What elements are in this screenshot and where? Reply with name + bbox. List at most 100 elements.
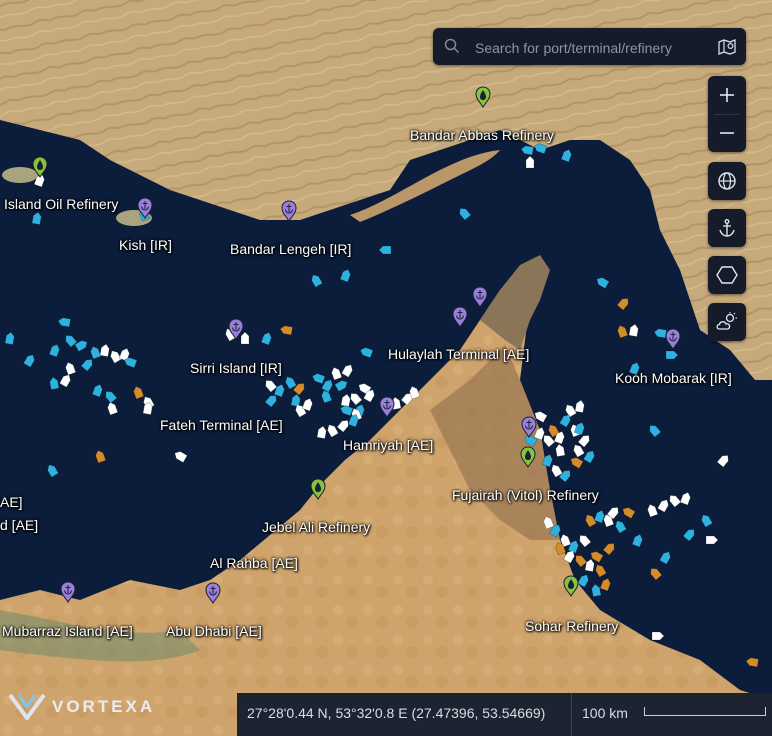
port-pin-icon[interactable] — [379, 396, 395, 418]
zoom-in-button[interactable] — [708, 76, 746, 114]
vessel-marker[interactable] — [577, 433, 592, 448]
vessel-marker[interactable] — [290, 393, 301, 407]
vessel-marker[interactable] — [284, 375, 297, 390]
vessel-marker[interactable] — [320, 389, 333, 404]
place-label-sohar-refinery[interactable]: Sohar Refinery — [525, 618, 618, 634]
search-input[interactable] — [473, 33, 702, 62]
vessel-marker[interactable] — [745, 657, 759, 668]
vessel-marker[interactable] — [653, 328, 667, 339]
vessel-marker[interactable] — [57, 317, 71, 328]
vessel-marker[interactable] — [260, 331, 273, 346]
vessel-marker[interactable] — [599, 577, 612, 592]
refinery-pin-icon[interactable] — [475, 86, 491, 108]
place-label-edge-ae-2[interactable]: d [AE] — [0, 517, 38, 533]
vessel-marker[interactable] — [339, 268, 352, 283]
vessel-marker[interactable] — [595, 276, 610, 289]
port-pin-icon[interactable] — [665, 328, 681, 350]
vessel-marker[interactable] — [584, 558, 595, 572]
vessel-marker[interactable] — [621, 506, 636, 519]
place-label-abu-dhabi[interactable]: Abu Dhabi [AE] — [166, 623, 262, 639]
vessel-marker[interactable] — [301, 397, 314, 412]
vessel-marker[interactable] — [378, 245, 392, 255]
vessel-marker[interactable] — [64, 361, 77, 376]
hexagon-button[interactable] — [708, 256, 746, 294]
vessel-marker[interactable] — [59, 373, 73, 388]
vessel-marker[interactable] — [94, 449, 107, 464]
vessel-marker[interactable] — [542, 515, 555, 530]
refinery-pin-icon[interactable] — [563, 575, 579, 597]
vessel-marker[interactable] — [700, 513, 713, 528]
vessel-marker[interactable] — [336, 418, 351, 433]
vessel-marker[interactable] — [560, 148, 573, 163]
vessel-marker[interactable] — [574, 399, 585, 413]
vessel-marker[interactable] — [359, 346, 374, 359]
vessel-marker[interactable] — [311, 372, 326, 385]
vessel-marker[interactable] — [679, 491, 692, 506]
vessel-marker[interactable] — [80, 357, 95, 372]
refinery-pin-icon[interactable] — [310, 478, 326, 500]
place-label-al-rahba[interactable]: Al Rahba [AE] — [210, 555, 298, 571]
place-label-sirri-island[interactable]: Sirri Island [IR] — [190, 360, 282, 376]
vessel-marker[interactable] — [263, 378, 278, 393]
vessel-marker[interactable] — [631, 533, 644, 548]
vessel-marker[interactable] — [316, 425, 327, 439]
vessel-marker[interactable] — [616, 296, 631, 311]
place-label-fujairah-vitol-refinery[interactable]: Fujairah (Vitol) Refinery — [452, 487, 599, 503]
vessel-marker[interactable] — [577, 573, 591, 588]
vessel-marker[interactable] — [74, 339, 89, 352]
vessel-marker[interactable] — [647, 423, 662, 438]
vessel-marker[interactable] — [667, 493, 682, 508]
vessel-marker[interactable] — [49, 376, 60, 390]
port-pin-icon[interactable] — [60, 581, 76, 603]
vessel-marker[interactable] — [310, 273, 323, 288]
vessel-marker[interactable] — [340, 393, 351, 407]
map-search-icon[interactable] — [716, 36, 738, 57]
place-label-edge-ae-1[interactable]: AE] — [0, 494, 23, 510]
vessel-marker[interactable] — [628, 323, 639, 337]
vessel-marker[interactable] — [525, 155, 535, 169]
place-label-hulaylah-terminal[interactable]: Hulaylah Terminal [AE] — [388, 346, 529, 362]
vessel-marker[interactable] — [91, 383, 104, 398]
vessel-marker[interactable] — [682, 527, 697, 542]
globe-button[interactable] — [708, 162, 746, 200]
vessel-marker[interactable] — [48, 343, 61, 358]
vessel-marker[interactable] — [23, 353, 37, 368]
vessel-marker[interactable] — [665, 350, 679, 360]
vessel-marker[interactable] — [558, 468, 573, 483]
zoom-out-button[interactable] — [708, 114, 746, 152]
place-label-hamriyah[interactable]: Hamriyah [AE] — [343, 437, 433, 453]
vessel-marker[interactable] — [457, 206, 472, 221]
vessel-marker[interactable] — [705, 535, 719, 545]
vessel-marker[interactable] — [326, 423, 339, 438]
vessel-marker[interactable] — [173, 450, 188, 463]
vessel-marker[interactable] — [573, 421, 586, 436]
vessel-marker[interactable] — [659, 550, 673, 565]
vessel-marker[interactable] — [616, 324, 629, 339]
vessel-marker[interactable] — [341, 363, 355, 378]
place-label-kish[interactable]: Kish [IR] — [119, 237, 172, 253]
vessel-marker[interactable] — [555, 443, 566, 457]
place-label-mubarraz-island[interactable]: Mubarraz Island [AE] — [2, 623, 133, 639]
port-pin-icon[interactable] — [521, 416, 537, 438]
refinery-pin-icon[interactable] — [32, 156, 48, 178]
refinery-pin-icon[interactable] — [520, 446, 536, 468]
vessel-marker[interactable] — [614, 519, 627, 534]
vessel-marker[interactable] — [520, 145, 534, 156]
vessel-marker[interactable] — [577, 533, 592, 548]
port-pin-icon[interactable] — [452, 306, 468, 328]
port-pin-icon[interactable] — [281, 200, 297, 222]
vessel-marker[interactable] — [4, 331, 15, 345]
place-label-jebel-ali-refinery[interactable]: Jebel Ali Refinery — [262, 519, 370, 535]
search-box[interactable] — [433, 28, 746, 65]
vessel-marker[interactable] — [279, 325, 293, 336]
vessel-marker[interactable] — [46, 463, 59, 478]
place-label-island-oil-refinery[interactable]: Island Oil Refinery — [4, 196, 118, 212]
vessel-marker[interactable] — [89, 345, 102, 360]
port-pin-icon[interactable] — [205, 582, 221, 604]
vessel-marker[interactable] — [716, 453, 731, 468]
vessel-marker[interactable] — [569, 456, 584, 469]
vessel-marker[interactable] — [646, 503, 659, 518]
vessel-marker[interactable] — [31, 211, 42, 225]
vessel-marker[interactable] — [564, 403, 577, 418]
vessel-marker[interactable] — [583, 449, 597, 464]
